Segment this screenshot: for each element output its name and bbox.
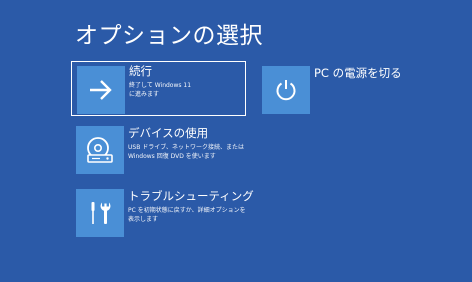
troubleshoot-label: トラブルシューティング <box>128 189 254 203</box>
use-device-option[interactable]: デバイスの使用 USB ドライブ、ネットワーク接続、または Windows 回復… <box>76 126 244 174</box>
shutdown-option[interactable]: PC の電源を切る <box>262 66 402 114</box>
use-device-description: USB ドライブ、ネットワーク接続、または Windows 回復 DVD を使い… <box>128 144 245 160</box>
troubleshoot-description: PC を初期状態に戻すか、詳細オプションを 表示します <box>128 207 246 223</box>
page-title: オプションの選択 <box>75 23 263 49</box>
tools-icon <box>87 200 113 226</box>
continue-description: 終了して Windows 11 に進みます <box>129 82 192 98</box>
continue-option[interactable]: 続行 終了して Windows 11 に進みます <box>71 61 246 116</box>
disc-drive-icon <box>85 136 115 164</box>
troubleshoot-tile[interactable] <box>76 189 124 237</box>
shutdown-label: PC の電源を切る <box>314 66 402 80</box>
power-icon <box>274 78 298 102</box>
arrow-right-icon <box>88 79 114 101</box>
continue-label: 続行 <box>129 64 152 78</box>
continue-tile[interactable] <box>77 66 125 114</box>
troubleshoot-option[interactable]: トラブルシューティング PC を初期状態に戻すか、詳細オプションを 表示します <box>76 189 254 237</box>
use-device-label: デバイスの使用 <box>128 126 209 140</box>
use-device-tile[interactable] <box>76 126 124 174</box>
shutdown-tile[interactable] <box>262 66 310 114</box>
